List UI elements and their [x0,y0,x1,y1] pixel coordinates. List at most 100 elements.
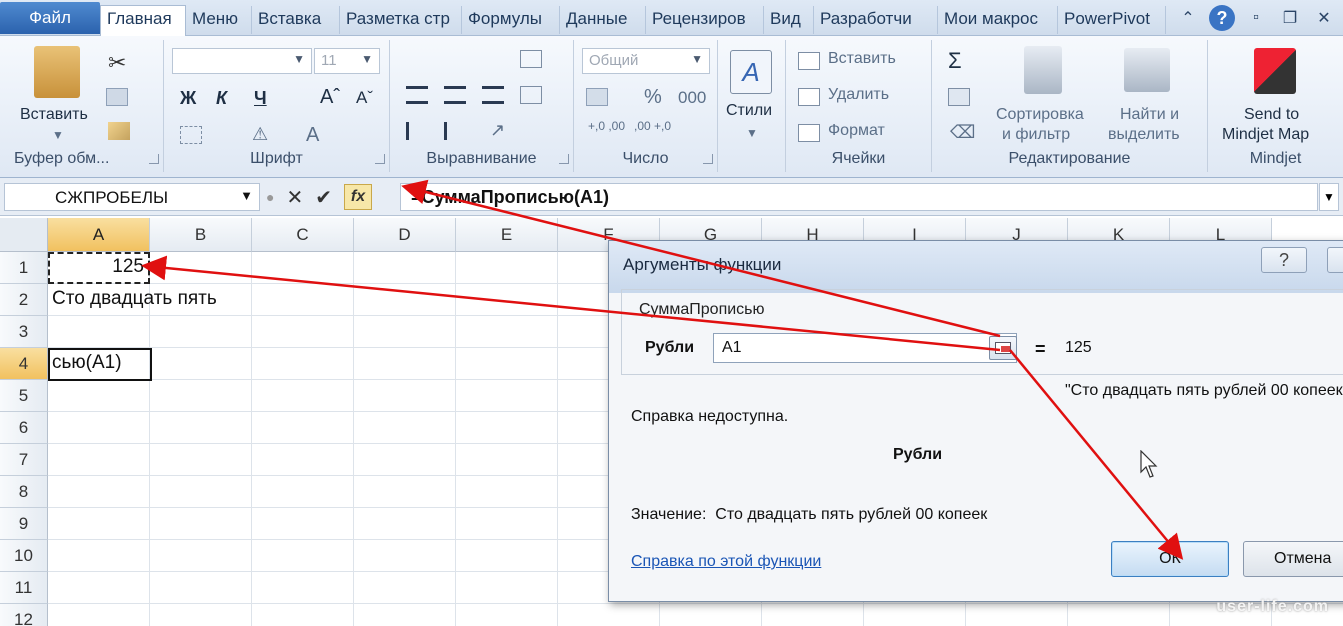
paste-icon[interactable] [34,46,80,98]
row-header-9[interactable]: 9 [0,508,48,540]
column-header-c[interactable]: C [252,218,354,252]
column-header-d[interactable]: D [354,218,456,252]
minimize-icon[interactable]: ▫ [1243,9,1269,27]
row-header-3[interactable]: 3 [0,316,48,348]
row-header-6[interactable]: 6 [0,412,48,444]
dialog-close-button[interactable] [1327,247,1343,273]
format-painter-icon[interactable] [108,122,130,140]
tab-view[interactable]: Вид [764,6,814,34]
tab-page-layout[interactable]: Разметка стр [340,6,462,34]
row-header-8[interactable]: 8 [0,476,48,508]
formula-input[interactable]: =СуммаПрописью(A1) [400,183,1318,211]
copy-icon[interactable] [106,88,128,106]
sort-filter-icon[interactable] [1024,46,1062,94]
autosum-button[interactable]: Σ [948,48,962,74]
row-header-5[interactable]: 5 [0,380,48,412]
row-header-1[interactable]: 1 [0,252,48,284]
tab-developer[interactable]: Разработчи [814,6,938,34]
insert-function-button[interactable]: fx [344,184,372,210]
font-color-icon[interactable]: A [306,124,319,147]
delete-cells-icon[interactable] [798,88,820,106]
grow-font-icon[interactable]: Aˆ [320,86,340,109]
row-header-7[interactable]: 7 [0,444,48,476]
font-launcher-icon[interactable] [375,154,385,164]
row-header-10[interactable]: 10 [0,540,48,572]
select-all-corner[interactable] [0,218,48,252]
cancel-button[interactable]: Отмена [1243,541,1343,577]
paste-button[interactable]: Вставить [20,106,88,124]
find-select-icon[interactable] [1124,48,1170,92]
number-format-combo[interactable]: Общий ▼ [582,48,710,74]
align-right-icon[interactable] [482,86,504,104]
dialog-help-button[interactable]: ? [1261,247,1307,273]
increase-decimal-button[interactable]: +,0 ,00 [588,120,628,133]
currency-icon[interactable] [586,88,608,106]
font-size-combo[interactable]: 11 ▼ [314,48,380,74]
format-cells-icon[interactable] [798,124,820,142]
styles-dropdown-icon[interactable]: ▼ [746,126,758,140]
font-name-combo[interactable]: ▼ [172,48,312,74]
clipboard-launcher-icon[interactable] [149,154,159,164]
decrease-indent-icon[interactable] [406,122,428,140]
tab-review[interactable]: Рецензиров [646,6,764,34]
tab-file[interactable]: Файл [0,2,100,34]
tab-data[interactable]: Данные [560,6,646,34]
find-select-button[interactable]: Найти и [1120,106,1179,124]
bold-button[interactable]: Ж [180,88,196,109]
styles-button[interactable]: Стили [726,102,772,120]
align-center-icon[interactable] [444,86,466,104]
help-icon[interactable]: ? [1209,5,1235,31]
insert-cells-icon[interactable] [798,52,820,70]
expand-formula-bar-icon[interactable]: ▼ [1319,183,1339,211]
insert-cells-button[interactable]: Вставить [828,50,896,68]
row-header-11[interactable]: 11 [0,572,48,604]
format-cells-button[interactable]: Формат [828,122,885,140]
column-header-a[interactable]: A [48,218,150,252]
column-header-e[interactable]: E [456,218,558,252]
send-to-mindjet-button[interactable]: Send to [1244,106,1299,124]
tab-powerpivot[interactable]: PowerPivot [1058,6,1166,34]
restore-icon[interactable]: ❐ [1277,8,1303,28]
tab-insert[interactable]: Вставка [252,6,340,34]
row-header-4[interactable]: 4 [0,348,48,380]
shrink-font-icon[interactable]: Aˇ [356,88,373,108]
cancel-entry-icon[interactable]: ✕ [286,185,303,210]
underline-button[interactable]: Ч [254,88,267,109]
tab-menu[interactable]: Меню [186,6,252,34]
percent-button[interactable]: % [644,86,662,109]
mindjet-icon[interactable] [1254,48,1296,94]
tab-formulas[interactable]: Формулы [462,6,560,34]
column-header-b[interactable]: B [150,218,252,252]
borders-icon[interactable] [180,126,202,144]
tab-home[interactable]: Главная [100,5,186,36]
confirm-entry-icon[interactable]: ✔ [315,185,332,210]
thousands-button[interactable]: 000 [678,88,706,108]
orientation-icon[interactable]: ↗ [490,120,505,141]
italic-button[interactable]: К [216,88,227,109]
tab-my-macros[interactable]: Мои макрос [938,6,1058,34]
function-help-link[interactable]: Справка по этой функции [631,553,821,571]
sort-filter-button-line2[interactable]: и фильтр [1002,126,1070,144]
ok-button[interactable]: ОК [1111,541,1229,577]
close-icon[interactable]: ✕ [1311,8,1337,28]
fill-icon[interactable] [948,88,970,106]
fill-color-icon[interactable]: ⚠ [252,124,268,145]
align-left-icon[interactable] [406,86,428,104]
alignment-launcher-icon[interactable] [559,154,569,164]
row-header-12[interactable]: 12 [0,604,48,626]
collapse-dialog-button[interactable] [989,336,1017,360]
increase-indent-icon[interactable] [444,122,466,140]
argument-input[interactable]: A1 [713,333,1017,363]
clear-icon[interactable]: ⌫ [950,122,975,143]
find-select-button-line2[interactable]: выделить [1108,126,1180,144]
wrap-text-icon[interactable] [520,50,542,68]
decrease-decimal-button[interactable]: ,00 +,0 [634,120,674,133]
paste-dropdown-icon[interactable]: ▼ [52,128,64,142]
sort-filter-button[interactable]: Сортировка [996,106,1084,124]
styles-icon[interactable]: A [730,50,772,94]
name-box-dropdown-icon[interactable]: ▼ [240,188,253,203]
cell-a2[interactable]: Сто двадцать пять [52,288,217,310]
delete-cells-button[interactable]: Удалить [828,86,889,104]
number-launcher-icon[interactable] [703,154,713,164]
name-box[interactable]: СЖПРОБЕЛЫ ▼ [4,183,260,211]
